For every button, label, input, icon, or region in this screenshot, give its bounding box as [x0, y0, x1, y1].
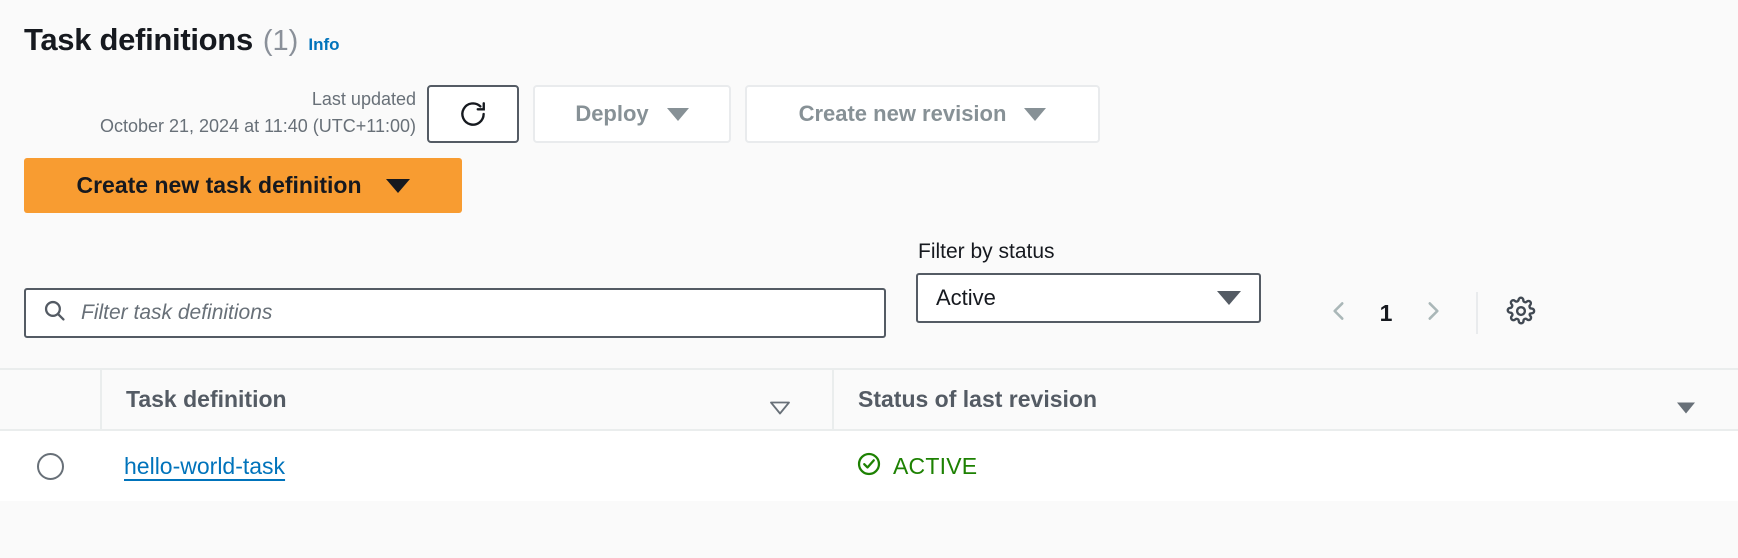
- create-new-task-definition-button[interactable]: Create new task definition: [24, 158, 462, 213]
- page-title: Task definitions: [24, 22, 253, 57]
- last-updated-timestamp: October 21, 2024 at 11:40 (UTC+11:00): [99, 116, 416, 136]
- chevron-down-icon: [1024, 107, 1047, 121]
- status-badge: ACTIVE: [893, 452, 978, 479]
- create-new-revision-label: Create new revision: [798, 101, 1007, 126]
- refresh-button[interactable]: [427, 85, 519, 143]
- column-header-status-label: Status of last revision: [858, 386, 1098, 412]
- check-circle-icon: [856, 451, 882, 482]
- sort-triangle-icon: [1676, 393, 1696, 413]
- page-header: Task definitions (1) Info: [24, 22, 340, 58]
- cell-task-definition: hello-world-task: [100, 430, 832, 502]
- deploy-button-label: Deploy: [575, 101, 649, 126]
- task-definitions-page: Task definitions (1) Info Last updated O…: [0, 0, 1738, 558]
- pagination: 1: [1316, 288, 1544, 338]
- row-radio-button[interactable]: [36, 452, 64, 480]
- search-icon: [42, 298, 67, 328]
- info-link[interactable]: Info: [308, 35, 339, 55]
- status-filter-value: Active: [936, 285, 996, 310]
- last-updated-block: Last updated October 21, 2024 at 11:40 (…: [24, 86, 416, 140]
- action-bar: Last updated October 21, 2024 at 11:40 (…: [0, 83, 1738, 145]
- chevron-down-icon: [385, 178, 410, 193]
- pagination-previous-button[interactable]: [1316, 290, 1362, 336]
- chevron-down-icon: [1217, 291, 1241, 305]
- cell-status: ACTIVE: [832, 430, 1738, 502]
- toolbar-divider: [1476, 292, 1478, 334]
- create-new-task-definition-label: Create new task definition: [76, 172, 362, 198]
- filter-bar: Filter task definitions Filter by status…: [0, 240, 1738, 360]
- select-all-cell: [0, 369, 100, 430]
- row-select-cell: [0, 452, 100, 480]
- pagination-page-1[interactable]: 1: [1366, 300, 1406, 327]
- deploy-button[interactable]: Deploy: [533, 85, 731, 143]
- search-input[interactable]: Filter task definitions: [81, 301, 272, 325]
- column-header-task-definition-label: Task definition: [126, 386, 287, 412]
- pagination-next-button[interactable]: [1410, 290, 1456, 336]
- gear-icon: [1506, 296, 1536, 331]
- column-header-task-definition[interactable]: Task definition: [100, 369, 832, 430]
- column-header-status-of-last-revision[interactable]: Status of last revision: [832, 369, 1738, 430]
- table-row[interactable]: hello-world-task ACTIVE: [0, 429, 1738, 501]
- chevron-right-icon: [1420, 298, 1446, 329]
- table-header-row: Task definition Status of last revision: [0, 368, 1738, 430]
- task-definition-link[interactable]: hello-world-task: [124, 453, 285, 480]
- status-filter-select[interactable]: Active: [916, 273, 1261, 323]
- refresh-icon: [458, 99, 488, 129]
- search-input-wrapper[interactable]: Filter task definitions: [24, 288, 886, 338]
- chevron-left-icon: [1326, 298, 1352, 329]
- status-filter-label: Filter by status: [918, 240, 1055, 263]
- last-updated-label: Last updated: [311, 89, 416, 109]
- status-filter-group: Filter by status Active: [916, 240, 1261, 323]
- sort-triangle-icon: [770, 393, 790, 414]
- chevron-down-icon: [666, 107, 689, 121]
- create-new-revision-button[interactable]: Create new revision: [745, 85, 1100, 143]
- item-count: (1): [262, 25, 299, 57]
- task-definitions-table: Task definition Status of last revision: [0, 368, 1738, 501]
- table-preferences-button[interactable]: [1498, 290, 1544, 336]
